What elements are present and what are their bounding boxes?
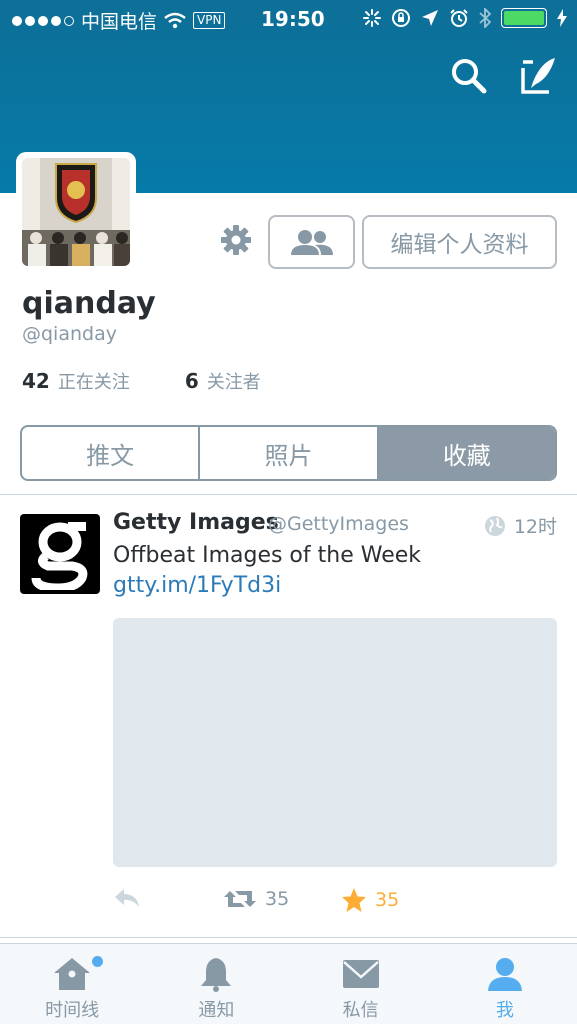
star-icon (342, 888, 366, 912)
tweet-actions: 35 35 (113, 887, 557, 921)
tabbar-notifications[interactable]: 通知 (144, 944, 288, 1024)
tweet-header: Getty Images @GettyImages 12时 (113, 510, 557, 540)
followers-count: 6 (184, 369, 199, 393)
compose-button[interactable] (519, 56, 559, 96)
following-stat[interactable]: 42 正在关注 (22, 368, 130, 394)
section-divider (0, 494, 577, 495)
search-icon (452, 59, 487, 94)
tab-photos[interactable]: 照片 (198, 427, 376, 479)
tweet-time: 12时 (484, 512, 557, 539)
signal-strength-icon (12, 15, 74, 26)
tweet-author-avatar[interactable] (20, 514, 100, 594)
gear-icon (221, 225, 251, 255)
reply-icon (115, 889, 139, 907)
bluetooth-icon (479, 8, 491, 28)
tweet-time-label: 12时 (513, 516, 557, 538)
globe-icon (484, 515, 505, 536)
retweet-count: 35 (265, 888, 290, 910)
followers-stat[interactable]: 6 关注者 (185, 368, 261, 394)
tabbar-me-label: 我 (495, 1000, 514, 1021)
settings-button[interactable] (218, 222, 254, 258)
tweet-author-name[interactable]: Getty Images (113, 510, 279, 535)
reply-button[interactable] (113, 887, 141, 909)
profile-avatar[interactable] (16, 152, 136, 272)
profile-name: qianday (22, 286, 156, 321)
tabbar-notifications-label: 通知 (198, 1000, 235, 1021)
favorite-count: 35 (375, 889, 400, 911)
status-right (363, 8, 567, 28)
tweet-text: Offbeat Images of the Week gtty.im/1FyTd… (113, 541, 543, 601)
following-count: 42 (22, 369, 50, 393)
tweet-author-handle: @GettyImages (268, 513, 409, 535)
profile-handle: @qianday (22, 323, 117, 345)
tabbar-home-label: 时间线 (45, 1000, 100, 1021)
profile-tabs: 推文 照片 收藏 (20, 425, 557, 481)
tabbar-me[interactable]: 我 (433, 944, 577, 1024)
tweet-body: Offbeat Images of the Week (113, 543, 421, 568)
tab-tweets[interactable]: 推文 (22, 427, 198, 479)
activity-spinner-icon (363, 9, 381, 27)
people-button[interactable] (268, 215, 355, 269)
avatar-image (22, 158, 130, 266)
envelope-icon (342, 960, 379, 988)
status-left: 中国电信 VPN (12, 7, 226, 34)
tabbar-messages-label: 私信 (342, 1000, 379, 1021)
retweet-button[interactable]: 35 (223, 887, 289, 911)
battery-icon (501, 8, 547, 28)
retweet-icon (224, 891, 256, 907)
tabbar-home[interactable]: 时间线 (0, 944, 144, 1024)
notification-dot (92, 956, 103, 967)
tweet-bottom-divider (0, 937, 577, 938)
carrier-label: 中国电信 (81, 11, 158, 33)
location-arrow-icon (422, 10, 438, 26)
wifi-icon (164, 12, 186, 28)
status-time: 19:50 (261, 7, 325, 31)
person-icon (487, 958, 522, 991)
favorite-button[interactable]: 35 (341, 887, 399, 913)
followers-label: 关注者 (206, 372, 261, 393)
edit-profile-button[interactable]: 编辑个人资料 (362, 215, 557, 269)
getty-logo-icon (31, 522, 88, 590)
status-bar: 中国电信 VPN 19:50 (0, 0, 577, 38)
alarm-icon (450, 9, 468, 27)
bell-icon (201, 958, 232, 992)
tabbar-messages[interactable]: 私信 (289, 944, 433, 1024)
rotation-lock-icon (392, 9, 410, 27)
bottom-tab-bar: 时间线 通知 私信 我 (0, 943, 577, 1024)
tweet-media-placeholder[interactable] (113, 618, 557, 867)
people-icon (290, 230, 333, 255)
profile-stats: 42 正在关注 6 关注者 (22, 368, 261, 394)
tweet-link[interactable]: gtty.im/1FyTd3i (113, 573, 281, 598)
search-button[interactable] (449, 56, 489, 96)
battery-level (504, 11, 544, 25)
vpn-badge: VPN (193, 12, 226, 29)
compose-icon (521, 58, 555, 94)
charging-icon (557, 9, 567, 27)
tab-favorites[interactable]: 收藏 (376, 427, 555, 479)
header-actions (449, 56, 559, 96)
following-label: 正在关注 (57, 372, 130, 393)
home-icon (54, 958, 91, 990)
